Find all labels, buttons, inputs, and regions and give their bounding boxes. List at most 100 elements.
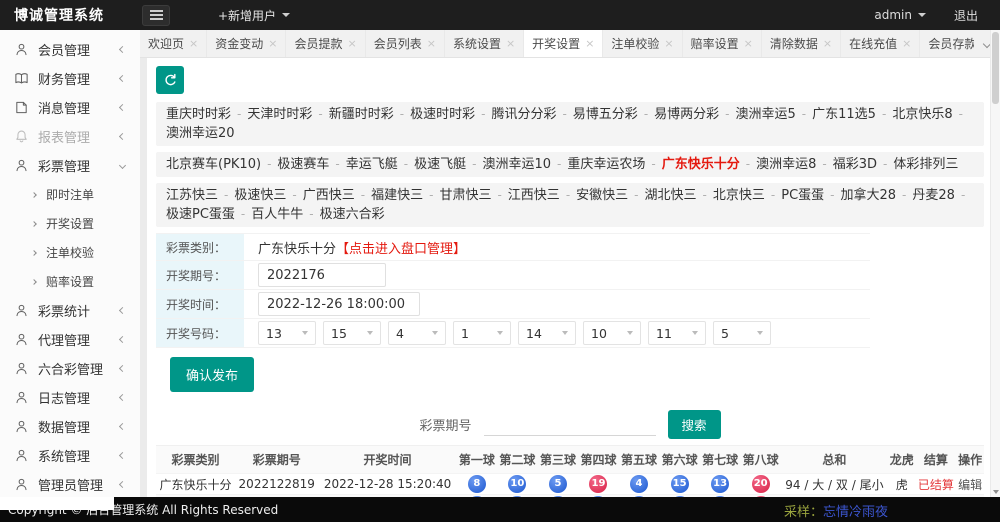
lottery-link[interactable]: 澳洲幸运10	[482, 157, 551, 172]
lottery-link[interactable]: PC蛋蛋	[781, 188, 824, 203]
sidebar-subitem[interactable]: 开奖设置	[0, 209, 140, 238]
tab[interactable]: 会员提款 ×	[286, 30, 366, 57]
lottery-link[interactable]: 极速时时彩	[410, 107, 475, 122]
tab[interactable]: 欢迎页 ×	[140, 30, 208, 57]
lottery-link[interactable]: 广西快三	[303, 188, 355, 203]
lottery-link[interactable]: 极速PC蛋蛋	[166, 207, 235, 222]
lottery-link[interactable]: 幸运飞艇	[346, 157, 398, 172]
logout-button[interactable]: 退出	[954, 7, 978, 24]
lottery-link[interactable]: 澳洲幸运8	[756, 157, 816, 172]
tab-close-icon[interactable]: ×	[189, 38, 198, 49]
lottery-link[interactable]: 广东快乐十分	[662, 157, 740, 172]
lottery-link[interactable]: 湖北快三	[645, 188, 697, 203]
lottery-link[interactable]: 广东11选5	[812, 107, 876, 122]
sidebar-item-label: 财务管理	[38, 73, 91, 88]
tab[interactable]: 资金变动 ×	[207, 30, 287, 57]
lottery-link[interactable]: 极速赛车	[277, 157, 329, 172]
tab[interactable]: 在线充值 ×	[841, 30, 921, 57]
sidebar-item[interactable]: 会员管理	[0, 35, 140, 64]
ball-badge: 8	[467, 475, 486, 493]
lottery-link[interactable]: 澳洲幸运5	[736, 107, 796, 122]
sidebar-item[interactable]: 系统管理	[0, 441, 140, 470]
number-select[interactable]: 5	[713, 321, 771, 345]
lottery-link[interactable]: 北京赛车(PK10)	[166, 157, 261, 172]
user-icon	[14, 390, 29, 405]
lottery-link[interactable]: 易博五分彩	[573, 107, 638, 122]
tab[interactable]: 赔率设置 ×	[683, 30, 762, 57]
sidebar-item[interactable]: 管理员管理	[0, 470, 140, 499]
tab-close-icon[interactable]: ×	[347, 38, 356, 49]
draw-time-input[interactable]	[258, 292, 420, 316]
lottery-link[interactable]: 福建快三	[371, 188, 423, 203]
issue-number-input[interactable]	[258, 263, 386, 287]
lottery-link[interactable]: 江西快三	[508, 188, 560, 203]
lottery-link[interactable]: 北京快乐8	[892, 107, 952, 122]
tab[interactable]: 会员列表 ×	[366, 30, 445, 57]
lottery-link[interactable]: 安徽快三	[576, 188, 628, 203]
confirm-publish-button[interactable]: 确认发布	[170, 357, 255, 392]
lottery-link[interactable]: 腾讯分分彩	[491, 107, 556, 122]
lottery-link[interactable]: 重庆时时彩	[166, 107, 231, 122]
refresh-button[interactable]	[156, 66, 184, 94]
edit-link[interactable]: 编辑	[958, 478, 982, 492]
draw-settings-form: 彩票类别： 广东快乐十分 【点击进入盘口管理】 开奖期号： 开奖时间： 开奖号码…	[156, 233, 870, 401]
tab[interactable]: 清除数据 ×	[762, 30, 842, 57]
scrollbar-thumb[interactable]	[992, 32, 999, 104]
sidebar-item[interactable]: 彩票统计	[0, 296, 140, 325]
admin-dropdown[interactable]: admin	[874, 8, 926, 22]
tab-close-icon[interactable]: ×	[427, 38, 436, 49]
lottery-link[interactable]: 福彩3D	[833, 157, 877, 172]
sidebar-item[interactable]: 数据管理	[0, 412, 140, 441]
lottery-link[interactable]: 体彩排列三	[893, 157, 958, 172]
tab-close-icon[interactable]: ×	[744, 38, 753, 49]
lottery-link[interactable]: 极速快三	[234, 188, 286, 203]
lottery-link[interactable]: 新疆时时彩	[329, 107, 394, 122]
tab[interactable]: 注单校验 ×	[603, 30, 683, 57]
tab-close-icon[interactable]: ×	[585, 38, 594, 49]
sidebar-item[interactable]: 消息管理	[0, 93, 140, 122]
lottery-link[interactable]: 极速飞艇	[414, 157, 466, 172]
number-select[interactable]: 14	[518, 321, 576, 345]
lottery-link[interactable]: 甘肃快三	[439, 188, 491, 203]
tab-close-icon[interactable]: ×	[823, 38, 832, 49]
sidebar-subitem[interactable]: 赔率设置	[0, 267, 140, 296]
lottery-link[interactable]: 江苏快三	[166, 188, 218, 203]
sidebar-item[interactable]: 财务管理	[0, 64, 140, 93]
number-select[interactable]: 4	[388, 321, 446, 345]
scrollbar-down-arrow[interactable]	[993, 490, 999, 494]
lottery-link[interactable]: 百人牛牛	[251, 207, 303, 222]
number-select[interactable]: 13	[258, 321, 316, 345]
tab[interactable]: 开奖设置 ×	[524, 30, 604, 57]
sidebar-item[interactable]: 彩票管理	[0, 151, 140, 180]
sidebar-item[interactable]: 六合彩管理	[0, 354, 140, 383]
tab[interactable]: 系统设置 ×	[445, 30, 525, 57]
menu-toggle-button[interactable]	[142, 4, 170, 26]
tab-close-icon[interactable]: ×	[268, 38, 277, 49]
number-select[interactable]: 15	[323, 321, 381, 345]
lottery-link[interactable]: 重庆幸运农场	[567, 157, 645, 172]
lottery-link[interactable]: 易博两分彩	[654, 107, 719, 122]
sidebar-subitem[interactable]: 即时注单	[0, 180, 140, 209]
lottery-link[interactable]: 澳洲幸运20	[166, 126, 235, 141]
number-select[interactable]: 10	[583, 321, 641, 345]
tab-close-icon[interactable]: ×	[902, 38, 911, 49]
cell-ball: 13	[699, 473, 741, 495]
lottery-link[interactable]: 北京快三	[713, 188, 765, 203]
lottery-link[interactable]: 极速六合彩	[320, 207, 385, 222]
sidebar-item[interactable]: 报表管理	[0, 122, 140, 151]
sidebar-item[interactable]: 代理管理	[0, 325, 140, 354]
tab-close-icon[interactable]: ×	[506, 38, 515, 49]
lottery-link[interactable]: 天津时时彩	[247, 107, 312, 122]
sidebar-item[interactable]: 日志管理	[0, 383, 140, 412]
number-select[interactable]: 1	[453, 321, 511, 345]
tab-close-icon[interactable]: ×	[664, 38, 673, 49]
add-user-dropdown[interactable]: +新增用户	[218, 7, 291, 24]
open-panel-link[interactable]: 【点击进入盘口管理】	[336, 238, 466, 257]
search-button[interactable]: 搜索	[667, 410, 721, 439]
vertical-scrollbar[interactable]	[990, 30, 1000, 497]
sidebar-subitem[interactable]: 注单校验	[0, 238, 140, 267]
lottery-link[interactable]: 丹麦28	[912, 188, 955, 203]
issue-search-input[interactable]	[483, 413, 656, 436]
number-select[interactable]: 11	[648, 321, 706, 345]
lottery-link[interactable]: 加拿大28	[841, 188, 897, 203]
